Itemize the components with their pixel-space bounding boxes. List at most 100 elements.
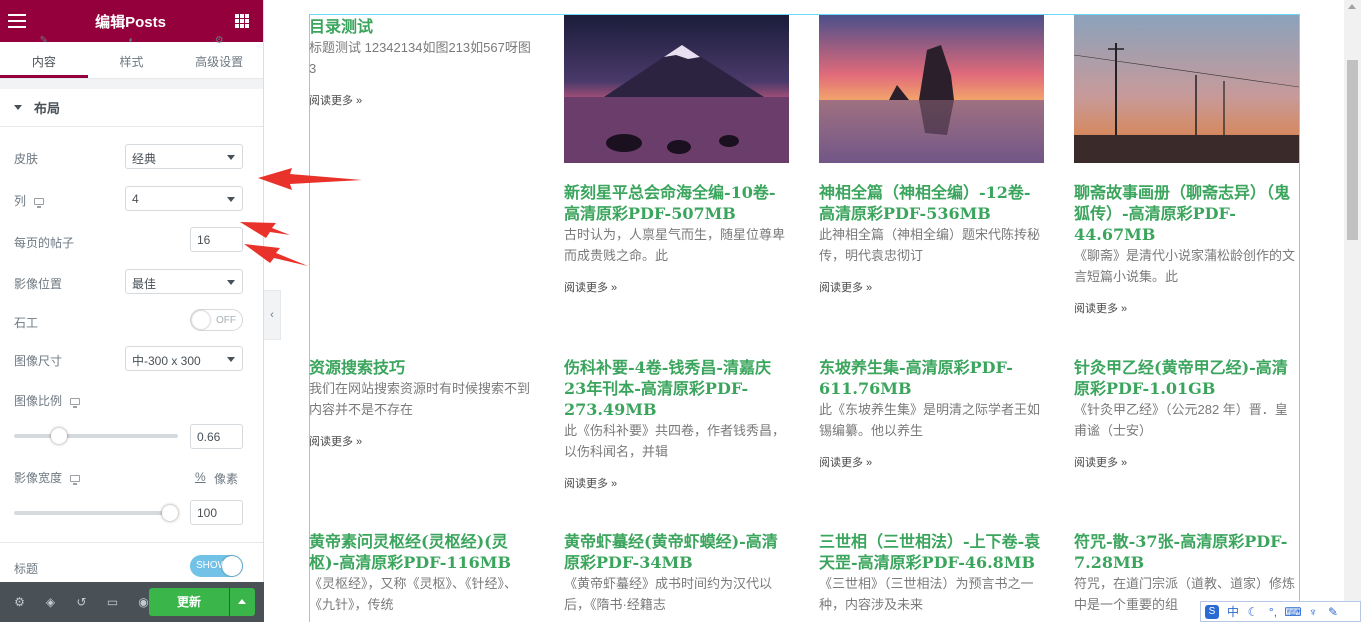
panel-footer: ⚙ ◈ ↺ ▭ ◉ 更新 [0, 582, 264, 622]
update-options-button[interactable] [230, 588, 255, 616]
image-ratio-label: 图像比例 [14, 394, 63, 408]
post-title[interactable]: 新刻星平总会命海全编-10卷-高清原彩PDF-507MB [564, 182, 790, 224]
collapse-panel-handle[interactable]: ‹ [264, 290, 281, 340]
desktop-icon[interactable] [70, 475, 81, 486]
read-more-link[interactable]: 阅读更多 » [1074, 300, 1300, 316]
masonry-toggle[interactable]: OFF [190, 309, 243, 331]
widgets-grid-icon[interactable] [234, 14, 249, 28]
image-size-select[interactable]: 中-300 x 300 [125, 346, 243, 371]
control-image-width: 影像宽度 % 像素 100 [14, 469, 243, 529]
post-thumbnail-mountain-lake[interactable] [564, 15, 789, 163]
image-ratio-slider-handle[interactable] [51, 428, 67, 444]
posts-per-page-label: 每页的帖子 [14, 236, 75, 250]
image-position-select[interactable]: 最佳 [125, 269, 243, 294]
post-title[interactable]: 针灸甲乙经(黄帝甲乙经)-高清原彩PDF-1.01GB [1074, 357, 1300, 399]
unit-percent[interactable]: % [195, 470, 206, 484]
read-more-link[interactable]: 阅读更多 » [309, 92, 535, 108]
post-excerpt: 此《伤科补要》共四卷，作者钱秀昌，以伤科闻名，并辑 [564, 423, 786, 459]
post-title[interactable]: 目录测试 [309, 16, 535, 37]
read-more-link[interactable]: 阅读更多 » [819, 279, 1045, 295]
ime-toolbar[interactable]: S 中 ☾ °, ⌨ ♆ ✎ [1200, 601, 1361, 622]
moon-icon[interactable]: ☾ [1243, 605, 1263, 619]
post-card: 东坡养生集-高清原彩PDF-611.76MB 此《东坡养生集》是明清之际学者王如… [819, 357, 1045, 470]
post-excerpt: 《针灸甲乙经》（公元282 年）晋．皇甫谧（士安） [1074, 402, 1288, 438]
post-title[interactable]: 聊斋故事画册（聊斋志异）（鬼狐传）-高清原彩PDF-44.67MB [1074, 182, 1300, 245]
scrollbar-thumb[interactable] [1347, 60, 1358, 240]
masonry-label: 石工 [14, 316, 39, 330]
toolbox-icon[interactable]: ♆ [1303, 605, 1323, 619]
desktop-icon[interactable] [70, 398, 81, 409]
masonry-state: OFF [216, 315, 236, 326]
post-title[interactable]: 神相全篇（神相全编）-12卷-高清原彩PDF-536MB [819, 182, 1045, 224]
post-card: 目录测试 标题测试 12342134如图213如567呀图3 阅读更多 » [309, 16, 535, 108]
post-excerpt: 我们在网站搜索资源时有时候搜索不到内容并不是不存在 [309, 381, 531, 417]
post-thumbnail-power-lines-dusk[interactable] [1074, 15, 1299, 163]
desktop-icon[interactable] [34, 198, 45, 209]
image-width-label: 影像宽度 [14, 471, 63, 485]
panel-tabs: ✎ 内容 ◐ 样式 ⚙ 高级设置 [0, 36, 263, 79]
ime-logo-icon: S [1205, 604, 1219, 619]
punctuation-icon[interactable]: °, [1263, 605, 1283, 619]
columns-select[interactable]: 4 [125, 186, 243, 211]
image-width-value: 100 [197, 506, 218, 520]
post-title[interactable]: 黄帝素问灵枢经(灵枢经)(灵枢)-高清原彩PDF-116MB [309, 531, 535, 573]
post-title[interactable]: 三世相（三世相法）-上下卷-袁天罡-高清原彩PDF-46.8MB [819, 531, 1045, 573]
post-card: 新刻星平总会命海全编-10卷-高清原彩PDF-507MB 古时认为，人禀星气而生… [564, 15, 790, 295]
keyboard-icon[interactable]: ⌨ [1283, 605, 1303, 619]
read-more-link[interactable]: 阅读更多 » [564, 279, 790, 295]
tab-advanced[interactable]: ⚙ 高级设置 [175, 36, 263, 78]
image-width-input[interactable]: 100 [190, 500, 243, 525]
post-thumbnail-sea-rock-sunset[interactable] [819, 15, 1044, 163]
section-layout-header[interactable]: 布局 [0, 89, 263, 127]
panel-title: 编辑Posts [95, 13, 166, 31]
history-icon[interactable]: ↺ [66, 582, 97, 622]
title-label: 标题 [14, 562, 39, 576]
unit-pixel[interactable]: 像素 [214, 470, 238, 487]
settings-icon[interactable]: ⚙ [4, 582, 35, 622]
skin-select[interactable]: 经典 [125, 144, 243, 169]
scroll-up-icon[interactable] [1348, 4, 1356, 9]
post-excerpt: 《灵枢经》，又称《灵枢》、《针经》、《九针》，传统 [309, 576, 518, 612]
image-ratio-value: 0.66 [197, 430, 221, 444]
title-toggle[interactable]: SHOW [190, 555, 243, 577]
read-more-link[interactable]: 阅读更多 » [309, 433, 535, 449]
layers-icon[interactable]: ◈ [35, 582, 66, 622]
dropdown-arrow-icon [227, 197, 235, 202]
divider [0, 542, 263, 543]
post-card: 三世相（三世相法）-上下卷-袁天罡-高清原彩PDF-46.8MB 《三世相》（三… [819, 531, 1045, 615]
dropdown-arrow-icon [227, 357, 235, 362]
columns-value: 4 [132, 192, 139, 206]
section-gap [0, 79, 263, 89]
responsive-icon[interactable]: ▭ [97, 582, 128, 622]
ime-language[interactable]: 中 [1223, 603, 1243, 620]
post-excerpt: 《黄帝虾蟇经》成书时间约为汉代以后，《隋书·经籍志 [564, 576, 773, 612]
read-more-link[interactable]: 阅读更多 » [1074, 454, 1300, 470]
page-scrollbar[interactable] [1344, 0, 1361, 622]
post-title[interactable]: 符咒-散-37张-高清原彩PDF-7.28MB [1074, 531, 1300, 573]
read-more-link[interactable]: 阅读更多 » [819, 454, 1045, 470]
update-button[interactable]: 更新 [149, 588, 229, 616]
post-title[interactable]: 资源搜索技巧 [309, 357, 535, 378]
read-more-link[interactable]: 阅读更多 » [564, 475, 790, 491]
pencil-icon: ✎ [39, 35, 49, 46]
image-width-slider-handle[interactable] [162, 505, 178, 521]
post-title[interactable]: 伤科补要-4卷-钱秀昌-清嘉庆23年刊本-高清原彩PDF-273.49MB [564, 357, 790, 420]
columns-label-wrap: 列 [14, 192, 45, 209]
tab-style[interactable]: ◐ 样式 [88, 36, 176, 78]
preview-canvas: 目录测试 标题测试 12342134如图213如567呀图3 阅读更多 » 新刻… [281, 0, 1344, 622]
image-ratio-input[interactable]: 0.66 [190, 424, 243, 449]
image-ratio-label-wrap: 图像比例 [14, 392, 81, 409]
post-card: 伤科补要-4卷-钱秀昌-清嘉庆23年刊本-高清原彩PDF-273.49MB 此《… [564, 357, 790, 491]
image-ratio-slider[interactable] [14, 434, 178, 438]
skin-label: 皮肤 [14, 152, 39, 166]
posts-per-page-input[interactable]: 16 [190, 227, 243, 252]
post-title[interactable]: 东坡养生集-高清原彩PDF-611.76MB [819, 357, 1045, 399]
post-excerpt: 《聊斋》是清代小说家蒲松龄创作的文言短篇小说集。此 [1074, 248, 1296, 284]
image-width-slider[interactable] [14, 511, 178, 515]
menu-icon[interactable] [8, 14, 26, 28]
post-title[interactable]: 黄帝虾蟇经(黄帝虾蟆经)-高清原彩PDF-34MB [564, 531, 790, 573]
tab-content[interactable]: ✎ 内容 [0, 36, 88, 78]
wrench-icon[interactable]: ✎ [1323, 605, 1343, 619]
caret-down-icon [14, 105, 22, 110]
image-position-value: 最佳 [132, 277, 157, 291]
